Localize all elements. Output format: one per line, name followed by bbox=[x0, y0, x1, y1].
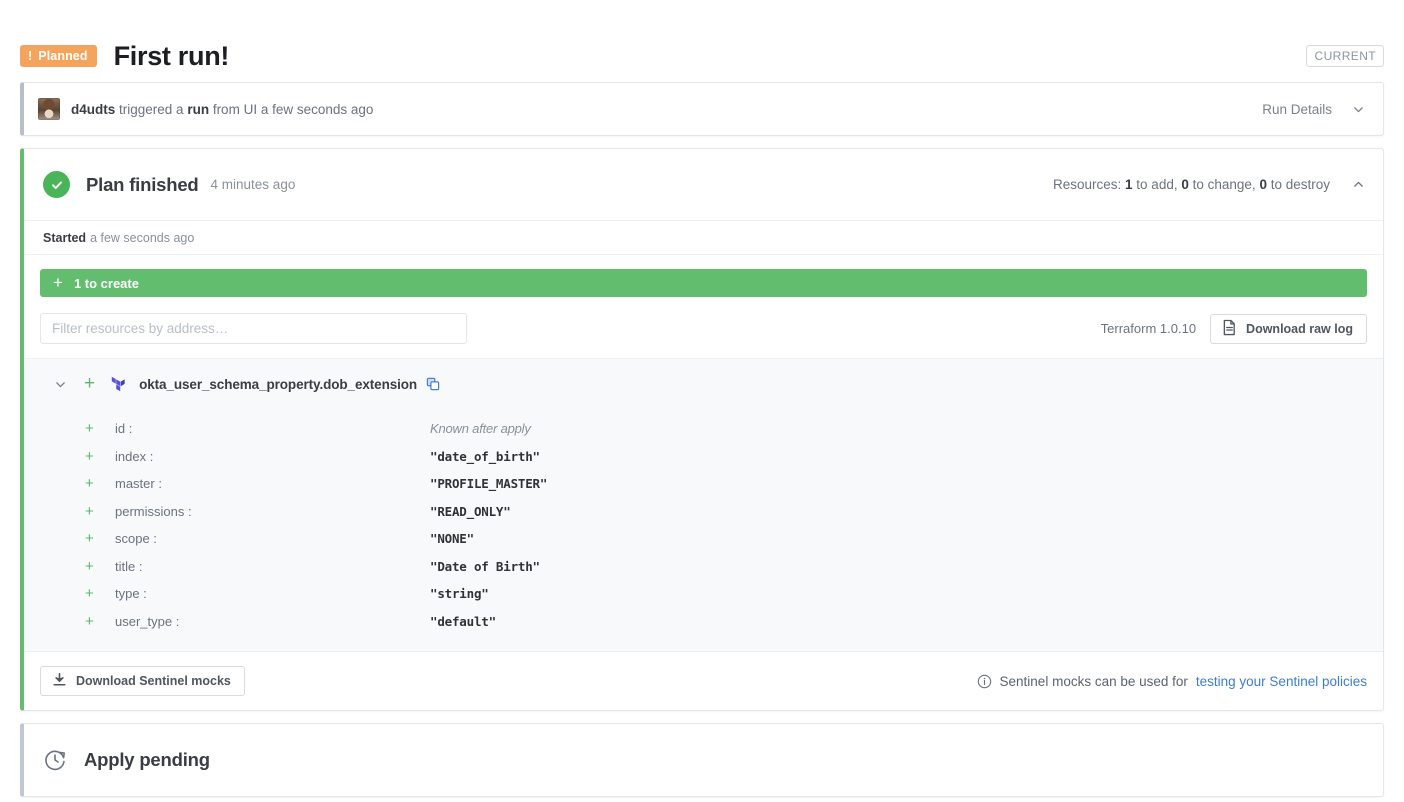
run-user: d4udts bbox=[71, 102, 115, 117]
attribute-row: + index : "date_of_birth" bbox=[24, 443, 1383, 471]
attribute-row: + id : Known after apply bbox=[24, 415, 1383, 443]
plan-filter-row: Terraform 1.0.10 Download raw log bbox=[24, 297, 1383, 358]
resources-destroy-count: 0 bbox=[1259, 177, 1267, 192]
run-details-card: d4udts triggered a run from UI a few sec… bbox=[20, 82, 1384, 136]
download-icon bbox=[52, 672, 67, 690]
attribute-key: title : bbox=[115, 559, 430, 574]
attribute-value: "Date of Birth" bbox=[430, 559, 540, 574]
plan-title: Plan finished bbox=[86, 174, 199, 196]
attribute-value: Known after apply bbox=[430, 421, 531, 436]
attribute-row: + master : "PROFILE_MASTER" bbox=[24, 470, 1383, 498]
resources-summary-text: Resources: 1 to add, 0 to change, 0 to d… bbox=[1053, 177, 1330, 192]
run-trigger-text: d4udts triggered a run from UI a few sec… bbox=[71, 102, 373, 117]
resources-add-count: 1 bbox=[1125, 177, 1133, 192]
plan-timestamp: 4 minutes ago bbox=[211, 177, 296, 192]
plus-icon: + bbox=[53, 274, 63, 291]
plan-started-row: Started a few seconds ago bbox=[24, 221, 1383, 255]
run-details-toggle-label: Run Details bbox=[1262, 102, 1332, 117]
plan-toolbar-right: Terraform 1.0.10 Download raw log bbox=[1101, 314, 1367, 344]
status-badge-label: Planned bbox=[38, 50, 87, 63]
attribute-row: + permissions : "READ_ONLY" bbox=[24, 498, 1383, 526]
attribute-key: permissions : bbox=[115, 504, 430, 519]
filter-resources-input[interactable] bbox=[40, 313, 467, 344]
plus-icon: + bbox=[85, 531, 115, 546]
page-title: First run! bbox=[114, 41, 230, 72]
plus-icon: + bbox=[85, 504, 115, 519]
resources-prefix: Resources: bbox=[1053, 177, 1121, 192]
create-summary-bar: + 1 to create bbox=[40, 269, 1367, 297]
attribute-row: + type : "string" bbox=[24, 580, 1383, 608]
attribute-key: type : bbox=[115, 586, 430, 601]
current-badge: CURRENT bbox=[1306, 45, 1384, 67]
sentinel-policies-link[interactable]: testing your Sentinel policies bbox=[1196, 674, 1367, 689]
run-action: run bbox=[187, 102, 209, 117]
sentinel-mocks-note: Sentinel mocks can be used for testing y… bbox=[977, 674, 1367, 689]
info-icon bbox=[977, 674, 992, 689]
plus-icon: + bbox=[84, 374, 95, 393]
run-details-toggle[interactable]: Run Details bbox=[1262, 102, 1365, 117]
document-icon bbox=[1222, 319, 1237, 339]
apply-pending-title: Apply pending bbox=[84, 749, 210, 771]
attribute-key: index : bbox=[115, 449, 430, 464]
chevron-up-icon[interactable] bbox=[1352, 178, 1365, 191]
create-bar-wrapper: + 1 to create bbox=[24, 255, 1383, 297]
download-sentinel-mocks-label: Download Sentinel mocks bbox=[76, 674, 231, 688]
attribute-row: + title : "Date of Birth" bbox=[24, 553, 1383, 581]
resource-address: okta_user_schema_property.dob_extension bbox=[139, 377, 417, 392]
plus-icon: + bbox=[85, 559, 115, 574]
resources-destroy-label: to destroy bbox=[1267, 177, 1330, 192]
download-sentinel-mocks-button[interactable]: Download Sentinel mocks bbox=[40, 666, 245, 696]
resources-summary: Resources: 1 to add, 0 to change, 0 to d… bbox=[1053, 177, 1365, 192]
attribute-row: + scope : "NONE" bbox=[24, 525, 1383, 553]
warning-exclamation-icon: ! bbox=[28, 50, 32, 63]
resource-diff-block: + okta_user_schema_property.dob_extensio… bbox=[24, 358, 1383, 652]
resource-attribute-list: + id : Known after apply + index : "date… bbox=[24, 415, 1383, 635]
terraform-version-label: Terraform 1.0.10 bbox=[1101, 321, 1196, 336]
sentinel-note-text: Sentinel mocks can be used for bbox=[1000, 674, 1188, 689]
attribute-value: "default" bbox=[430, 614, 496, 629]
download-raw-log-button[interactable]: Download raw log bbox=[1210, 314, 1367, 344]
plan-card: Plan finished 4 minutes ago Resources: 1… bbox=[20, 148, 1384, 711]
attribute-value: "string" bbox=[430, 586, 489, 601]
avatar bbox=[38, 98, 60, 120]
run-text-before: triggered a bbox=[115, 102, 187, 117]
terraform-logo-icon bbox=[110, 376, 126, 393]
attribute-key: user_type : bbox=[115, 614, 430, 629]
resources-change-count: 0 bbox=[1181, 177, 1189, 192]
resource-header[interactable]: + okta_user_schema_property.dob_extensio… bbox=[24, 370, 1383, 398]
plan-footer: Download Sentinel mocks Sentinel mocks c… bbox=[24, 652, 1383, 710]
run-details-row: d4udts triggered a run from UI a few sec… bbox=[24, 83, 1383, 135]
attribute-value: "READ_ONLY" bbox=[430, 504, 511, 519]
chevron-down-icon bbox=[1352, 103, 1365, 116]
attribute-key: master : bbox=[115, 476, 430, 491]
check-circle-icon bbox=[43, 171, 70, 198]
attribute-value: "PROFILE_MASTER" bbox=[430, 476, 547, 491]
page-header: ! Planned First run! CURRENT bbox=[0, 0, 1404, 82]
apply-pending-card: Apply pending bbox=[20, 723, 1384, 797]
started-label: Started bbox=[43, 231, 86, 245]
copy-icon[interactable] bbox=[426, 377, 440, 391]
plus-icon: + bbox=[85, 421, 115, 436]
plus-icon: + bbox=[85, 476, 115, 491]
plus-icon: + bbox=[85, 614, 115, 629]
attribute-value: "NONE" bbox=[430, 531, 474, 546]
plan-header: Plan finished 4 minutes ago Resources: 1… bbox=[24, 149, 1383, 221]
chevron-down-icon[interactable] bbox=[54, 378, 67, 391]
run-text-after: from UI a few seconds ago bbox=[209, 102, 373, 117]
apply-pending-row: Apply pending bbox=[24, 724, 1383, 796]
attribute-value: "date_of_birth" bbox=[430, 449, 540, 464]
download-raw-log-label: Download raw log bbox=[1246, 322, 1353, 336]
attribute-row: + user_type : "default" bbox=[24, 608, 1383, 636]
plus-icon: + bbox=[85, 449, 115, 464]
started-time: a few seconds ago bbox=[90, 231, 194, 245]
plus-icon: + bbox=[85, 586, 115, 601]
resources-add-label: to add, bbox=[1133, 177, 1178, 192]
clock-pending-icon bbox=[43, 748, 67, 772]
attribute-key: scope : bbox=[115, 531, 430, 546]
attribute-key: id : bbox=[115, 421, 430, 436]
status-badge: ! Planned bbox=[20, 45, 97, 68]
resources-change-label: to change, bbox=[1189, 177, 1256, 192]
create-summary-label: 1 to create bbox=[74, 276, 139, 291]
